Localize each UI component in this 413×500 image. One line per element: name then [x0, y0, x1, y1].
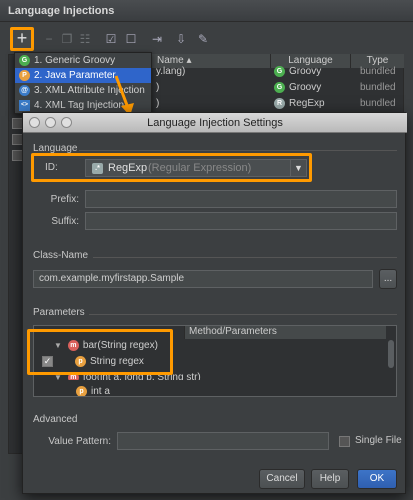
regexp-icon: .*	[92, 163, 103, 174]
value-pattern-label: Value Pattern:	[48, 436, 111, 447]
language-id-select[interactable]: .* RegExp (Regular Expression) ▼	[85, 159, 307, 177]
groovy-icon: G	[274, 65, 285, 77]
prefix-label: Prefix:	[50, 194, 79, 205]
section-advanced: Advanced	[33, 414, 78, 425]
column-method-parameters[interactable]: Method/Parameters	[184, 326, 386, 339]
single-file-checkbox[interactable]	[339, 436, 350, 447]
groovy-icon: G	[274, 81, 285, 93]
class-name-field[interactable]: com.example.myfirstapp.Sample	[33, 270, 373, 288]
row-type: bundled	[360, 82, 396, 93]
cancel-button[interactable]: Cancel	[259, 469, 305, 489]
minimize-icon[interactable]	[45, 117, 56, 128]
divider	[93, 257, 397, 258]
copy-icon[interactable]: ❐	[58, 30, 76, 48]
chevron-down-icon[interactable]: ▼	[290, 160, 306, 176]
parameter-highlight	[27, 329, 173, 375]
menu-item-generic-groovy[interactable]: G 1. Generic Groovy	[15, 53, 151, 68]
id-label: ID:	[45, 162, 58, 173]
toolbar: − ❐ ☷ ☑ ☐ ⇥ ⇩ ✎	[0, 24, 413, 54]
row-language: Groovy	[289, 66, 322, 77]
language-id-value: RegExp	[108, 162, 148, 174]
row-language: RegExp	[289, 98, 325, 109]
divider	[89, 314, 397, 315]
parameter-icon: p	[76, 385, 87, 396]
edit-icon[interactable]: ✎	[194, 30, 212, 48]
row-name: y.lang)	[156, 66, 186, 77]
table-row[interactable]: y.lang) G Groovy bundled	[150, 64, 404, 80]
table-row[interactable]: ) R RegExp bundled	[150, 96, 404, 112]
prefix-field[interactable]	[85, 190, 397, 208]
xml-attribute-icon: @	[19, 84, 30, 96]
window-title: Language Injections	[0, 0, 413, 22]
export-icon[interactable]: ⇩	[172, 30, 190, 48]
row-name: )	[156, 82, 160, 93]
configure-icon[interactable]: ☷	[76, 30, 94, 48]
section-class-name: Class-Name	[33, 250, 89, 261]
remove-icon[interactable]: −	[40, 30, 58, 48]
row-name: )	[156, 98, 160, 109]
ok-button[interactable]: OK	[357, 469, 397, 489]
row-type: bundled	[360, 66, 396, 77]
zoom-icon[interactable]	[61, 117, 72, 128]
add-button[interactable]: +	[10, 27, 34, 51]
language-id-hint: (Regular Expression)	[148, 162, 252, 174]
suffix-field[interactable]	[85, 212, 397, 230]
tree-node-parameter[interactable]: p int a	[76, 384, 110, 396]
table-row[interactable]: ) G Groovy bundled	[150, 80, 404, 96]
row-language: Groovy	[289, 82, 322, 93]
parameter-icon: P	[19, 69, 30, 81]
groovy-icon: G	[19, 54, 30, 66]
xml-tag-icon: <>	[19, 99, 30, 111]
dialog-title: Language Injection Settings	[23, 113, 407, 133]
import-icon[interactable]: ⇥	[148, 30, 166, 48]
suffix-label: Suffix:	[51, 216, 79, 227]
browse-class-button[interactable]: ...	[379, 269, 397, 289]
value-pattern-field[interactable]	[117, 432, 329, 450]
divider	[79, 150, 397, 151]
row-type: bundled	[360, 98, 396, 109]
close-icon[interactable]	[29, 117, 40, 128]
help-button[interactable]: Help	[311, 469, 349, 489]
uncheck-all-icon[interactable]: ☐	[122, 30, 140, 48]
single-file-label[interactable]: Single File	[355, 435, 402, 446]
regexp-icon: R	[274, 97, 285, 109]
injection-settings-dialog: Language Injection Settings Language ID:…	[22, 112, 407, 494]
section-parameters: Parameters	[33, 307, 85, 318]
check-all-icon[interactable]: ☑	[102, 30, 120, 48]
scrollbar[interactable]	[388, 340, 394, 368]
